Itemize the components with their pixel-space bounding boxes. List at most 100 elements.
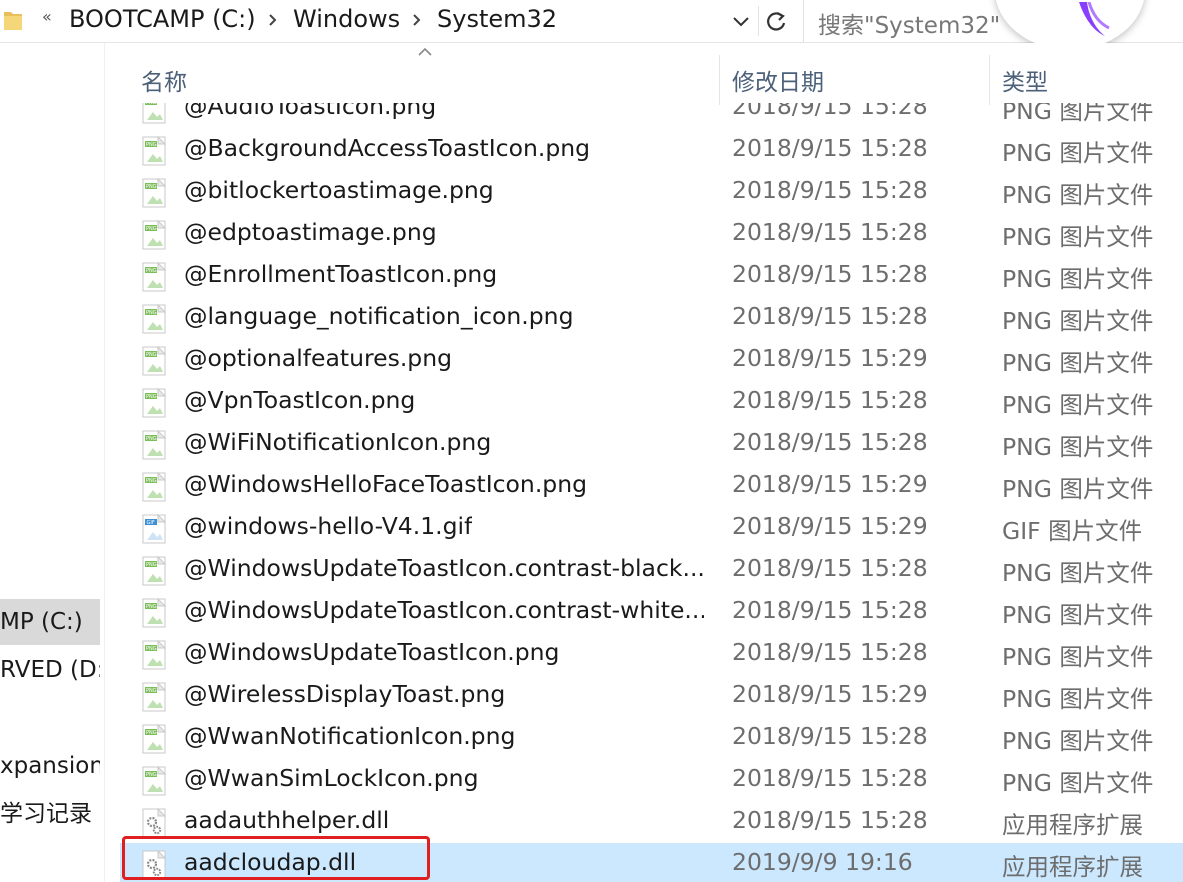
svg-text:PNG: PNG: [146, 184, 157, 190]
breadcrumb-system32[interactable]: System32: [437, 5, 557, 33]
file-modified-date: 2018/9/15 15:28: [732, 260, 928, 288]
breadcrumb-overflow-icon[interactable]: «: [42, 7, 52, 26]
file-type: PNG 图片文件: [1002, 139, 1154, 167]
file-modified-date: 2018/9/15 15:28: [732, 428, 928, 456]
file-modified-date: 2018/9/15 15:29: [732, 512, 928, 540]
file-row[interactable]: PNG @WwanNotificationIcon.png 2018/9/15 15…: [120, 717, 1183, 759]
png-file-icon: PNG: [142, 640, 167, 670]
file-row[interactable]: GIF @windows-hello-V4.1.gif 2018/9/15 15:2…: [120, 507, 1183, 549]
file-modified-date: 2018/9/15 15:29: [732, 344, 928, 372]
file-name[interactable]: @optionalfeatures.png: [184, 344, 452, 372]
png-file-icon: PNG: [142, 388, 167, 418]
file-type: PNG 图片文件: [1002, 265, 1154, 293]
file-name[interactable]: @VpnToastIcon.png: [184, 386, 415, 414]
file-modified-date: 2018/9/15 15:28: [732, 554, 928, 582]
file-modified-date: 2018/9/15 15:28: [732, 806, 928, 834]
file-modified-date: 2018/9/15 15:28: [732, 176, 928, 204]
file-row[interactable]: PNG @BackgroundAccessToastIcon.png 2018/9/…: [120, 129, 1183, 171]
file-name[interactable]: @WirelessDisplayToast.png: [184, 680, 505, 708]
dll-file-icon: [142, 808, 167, 838]
column-name-header[interactable]: 名称: [141, 63, 187, 97]
file-type: PNG 图片文件: [1002, 769, 1154, 797]
svg-text:PNG: PNG: [146, 436, 157, 442]
file-row[interactable]: PNG @EnrollmentToastIcon.png 2018/9/15 15:…: [120, 255, 1183, 297]
svg-text:PNG: PNG: [146, 478, 157, 484]
column-divider[interactable]: [989, 55, 990, 105]
file-name[interactable]: @BackgroundAccessToastIcon.png: [184, 134, 590, 162]
svg-text:PNG: PNG: [146, 772, 157, 778]
file-row[interactable]: PNG @WirelessDisplayToast.png 2018/9/15 15…: [120, 675, 1183, 717]
file-type: PNG 图片文件: [1002, 643, 1154, 671]
chevron-right-icon[interactable]: [408, 9, 426, 31]
png-file-icon: PNG: [142, 178, 167, 208]
file-modified-date: 2018/9/15 15:28: [732, 134, 928, 162]
file-name[interactable]: @edptoastimage.png: [184, 218, 437, 246]
file-type: PNG 图片文件: [1002, 475, 1154, 503]
file-name[interactable]: @WindowsUpdateToastIcon.png: [184, 638, 559, 666]
file-row[interactable]: PNG @language_notification_icon.png 2018/9…: [120, 297, 1183, 339]
file-name[interactable]: @WindowsUpdateToastIcon.contrast-black..…: [184, 554, 704, 582]
file-type: 应用程序扩展: [1002, 811, 1143, 839]
file-name[interactable]: @WwanSimLockIcon.png: [184, 764, 479, 792]
column-divider[interactable]: [719, 55, 720, 105]
file-row[interactable]: PNG @WindowsUpdateToastIcon.png 2018/9/15 …: [120, 633, 1183, 675]
file-name[interactable]: @WiFiNotificationIcon.png: [184, 428, 491, 456]
gif-file-icon: GIF: [142, 514, 167, 544]
file-type: PNG 图片文件: [1002, 307, 1154, 335]
column-type-header[interactable]: 类型: [1002, 63, 1048, 97]
file-type: GIF 图片文件: [1002, 517, 1143, 545]
file-type: PNG 图片文件: [1002, 559, 1154, 587]
file-row[interactable]: PNG @WiFiNotificationIcon.png 2018/9/15 15…: [120, 423, 1183, 465]
file-name[interactable]: aadauthhelper.dll: [184, 806, 389, 834]
png-file-icon: PNG: [142, 262, 167, 292]
file-row[interactable]: PNG @bitlockertoastimage.png 2018/9/15 15:…: [120, 171, 1183, 213]
file-name[interactable]: @language_notification_icon.png: [184, 302, 573, 330]
file-type: PNG 图片文件: [1002, 685, 1154, 713]
file-type: PNG 图片文件: [1002, 391, 1154, 419]
svg-text:PNG: PNG: [146, 142, 157, 148]
svg-text:PNG: PNG: [146, 646, 157, 652]
file-type: 应用程序扩展: [1002, 853, 1143, 881]
svg-text:PNG: PNG: [146, 268, 157, 274]
file-name[interactable]: @WindowsHelloFaceToastIcon.png: [184, 470, 587, 498]
sort-ascending-icon: [418, 47, 432, 56]
file-row[interactable]: PNG @edptoastimage.png 2018/9/15 15:28 PNG …: [120, 213, 1183, 255]
address-bar: « BOOTCAMP (C:) Windows System32 搜索"Syst…: [0, 0, 1183, 50]
chevron-right-icon[interactable]: [264, 9, 282, 31]
file-modified-date: 2018/9/15 15:28: [732, 218, 928, 246]
svg-text:PNG: PNG: [146, 352, 157, 358]
refresh-icon[interactable]: [763, 7, 789, 35]
file-row[interactable]: PNG @WindowsHelloFaceToastIcon.png 2018/9/…: [120, 465, 1183, 507]
folder-icon: [4, 12, 22, 30]
svg-text:GIF: GIF: [147, 520, 155, 526]
column-date-header[interactable]: 修改日期: [732, 63, 824, 97]
svg-text:PNG: PNG: [146, 604, 157, 610]
png-file-icon: PNG: [142, 556, 167, 586]
file-row[interactable]: PNG @WwanSimLockIcon.png 2018/9/15 15:28 PN…: [120, 759, 1183, 801]
nav-item-study-notes[interactable]: 学习记录: [0, 791, 100, 837]
png-file-icon: PNG: [142, 346, 167, 376]
nav-item-expansion[interactable]: xpansion: [0, 743, 100, 789]
nav-item-drive-d[interactable]: RVED (D:): [0, 647, 100, 693]
breadcrumb-drive[interactable]: BOOTCAMP (C:): [69, 5, 256, 33]
file-name[interactable]: @EnrollmentToastIcon.png: [184, 260, 497, 288]
file-name[interactable]: @WindowsUpdateToastIcon.contrast-white..…: [184, 596, 704, 624]
svg-text:PNG: PNG: [146, 730, 157, 736]
png-file-icon: PNG: [142, 472, 167, 502]
breadcrumb-windows[interactable]: Windows: [293, 5, 400, 33]
file-row[interactable]: PNG @optionalfeatures.png 2018/9/15 15:29 P…: [120, 339, 1183, 381]
search-placeholder: 搜索"System32": [818, 13, 1001, 39]
chevron-down-icon[interactable]: [730, 10, 752, 32]
file-row[interactable]: PNG @WindowsUpdateToastIcon.contrast-whit…: [120, 591, 1183, 633]
file-list: PNG @AudioToastIcon.png 2018/9/15 15:28 PNG…: [105, 88, 1183, 882]
file-name[interactable]: @windows-hello-V4.1.gif: [184, 512, 472, 540]
file-row[interactable]: PNG @WindowsUpdateToastIcon.contrast-blac…: [120, 549, 1183, 591]
file-name[interactable]: @bitlockertoastimage.png: [184, 176, 494, 204]
file-row[interactable]: PNG @VpnToastIcon.png 2018/9/15 15:28 PNG 图…: [120, 381, 1183, 423]
svg-text:PNG: PNG: [146, 688, 157, 694]
column-header: 名称 修改日期 类型: [105, 43, 1183, 105]
file-name[interactable]: @WwanNotificationIcon.png: [184, 722, 515, 750]
file-type: PNG 图片文件: [1002, 349, 1154, 377]
file-modified-date: 2018/9/15 15:29: [732, 680, 928, 708]
nav-item-drive-c[interactable]: MP (C:): [0, 599, 100, 645]
